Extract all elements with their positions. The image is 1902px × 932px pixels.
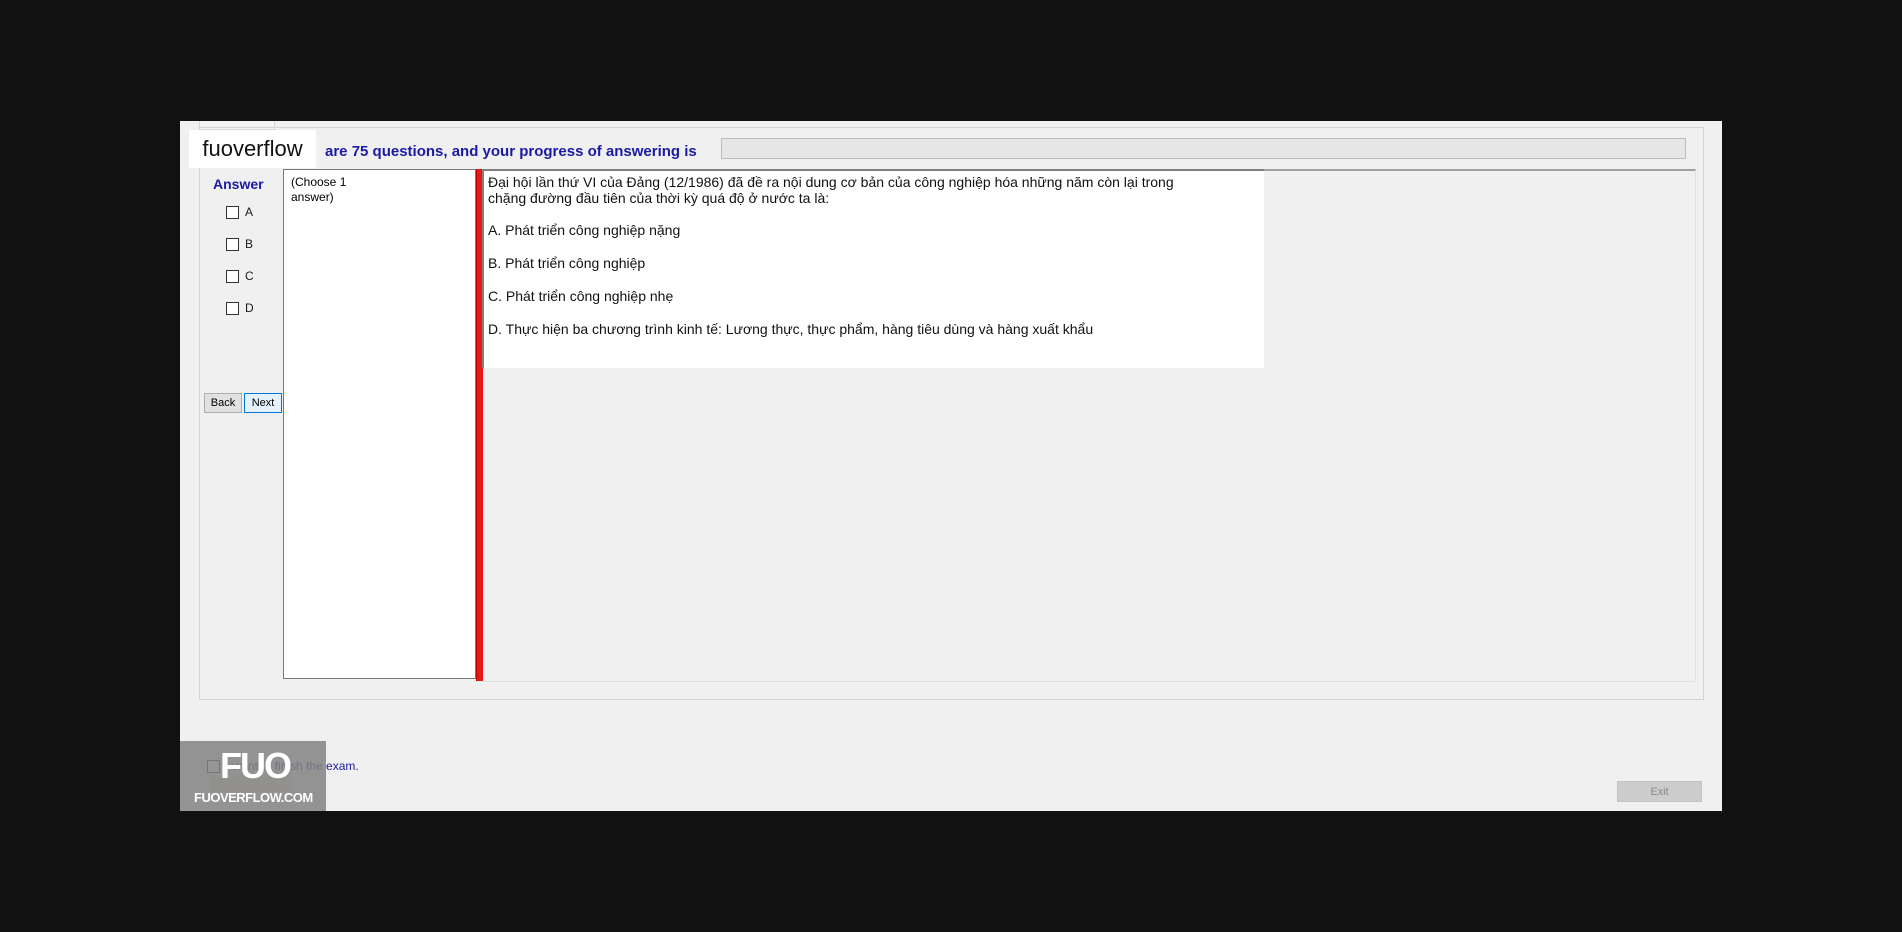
answer-option-d[interactable]: D	[226, 301, 254, 315]
answer-option-a-label: A	[245, 205, 254, 219]
answer-title: Answer	[213, 176, 264, 192]
question-box: Đại hội lần thứ VI của Đảng (12/1986) đã…	[482, 169, 1264, 368]
answer-option-c-label: C	[245, 269, 254, 283]
checkbox-d[interactable]	[226, 301, 239, 315]
checkbox-a[interactable]	[226, 205, 239, 219]
answer-option-c[interactable]: C	[226, 269, 254, 283]
question-list[interactable]: (Choose 1 answer)	[283, 169, 476, 679]
question-option-d: D. Thực hiện ba chương trình kinh tế: Lư…	[488, 321, 1094, 337]
answer-option-b-label: B	[245, 237, 254, 251]
checkbox-c[interactable]	[226, 269, 239, 283]
answer-option-b[interactable]: B	[226, 237, 253, 251]
answer-progress-bar	[721, 138, 1686, 159]
watermark-logo: FUO FUOVERFLOW.COM	[180, 741, 326, 811]
question-option-b: B. Phát triển công nghiệp	[488, 255, 646, 271]
list-hint: (Choose 1 answer)	[291, 175, 347, 204]
question-text-line-1: Đại hội lần thứ VI của Đảng (12/1986) đã…	[488, 174, 1174, 190]
answer-option-d-label: D	[245, 301, 254, 315]
question-text-line-2: chặng đường đầu tiên của thời kỳ quá độ …	[488, 190, 830, 206]
progress-label: are 75 questions, and your progress of a…	[325, 143, 697, 160]
watermark-text: fuoverflow	[189, 130, 316, 168]
question-option-c: C. Phát triển công nghiệp nhẹ	[488, 288, 674, 304]
exam-window: are 75 questions, and your progress of a…	[180, 121, 1722, 811]
next-button[interactable]: Next	[244, 393, 282, 413]
checkbox-b[interactable]	[226, 237, 239, 251]
answer-option-a[interactable]: A	[226, 205, 253, 219]
watermark-logo-small: FUOVERFLOW.COM	[194, 790, 313, 805]
back-button[interactable]: Back	[204, 393, 242, 413]
exit-button[interactable]: Exit	[1617, 781, 1702, 802]
question-option-a: A. Phát triển công nghiệp nặng	[488, 222, 681, 238]
watermark-logo-big: FUO	[220, 745, 292, 786]
